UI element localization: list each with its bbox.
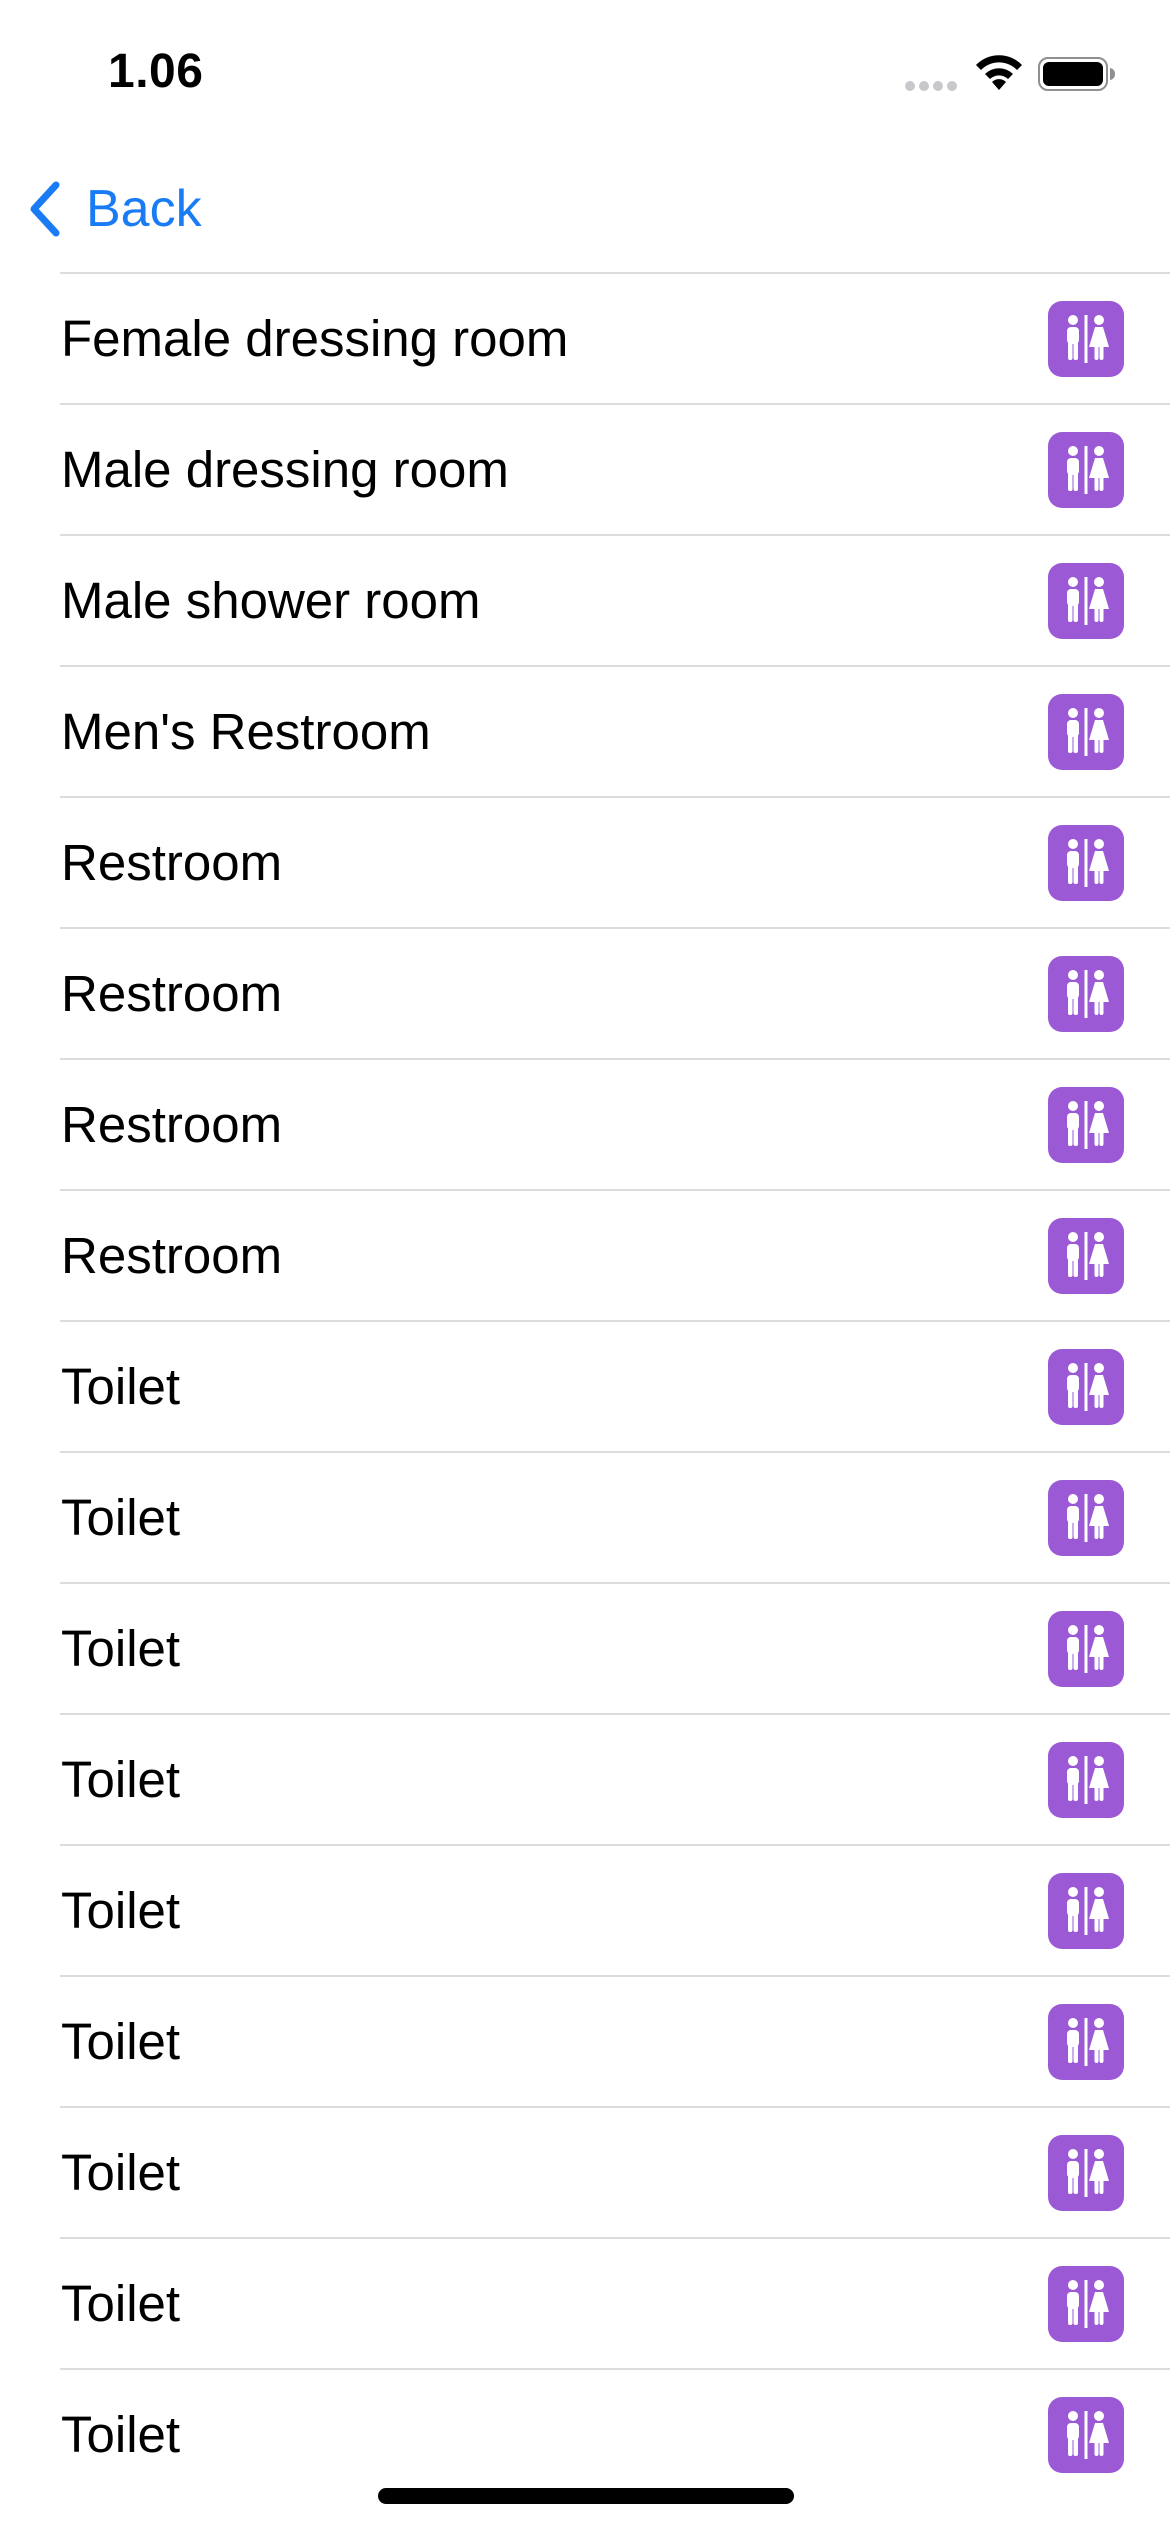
list-item-label: Male dressing room	[61, 441, 509, 498]
list-item-label: Men's Restroom	[61, 703, 431, 760]
list-item[interactable]: Female dressing room	[60, 272, 1170, 403]
list-item-label: Toilet	[61, 2406, 181, 2463]
list-item-label: Restroom	[61, 965, 283, 1022]
list-item-label: Toilet	[61, 1882, 181, 1939]
list-item[interactable]: Toilet	[60, 1451, 1170, 1582]
restroom-icon	[1048, 2397, 1124, 2473]
list-item-label: Restroom	[61, 1096, 283, 1153]
restroom-icon	[1048, 1480, 1124, 1556]
restroom-icon	[1048, 2135, 1124, 2211]
restroom-list: Female dressing room Male dressing room	[0, 272, 1170, 2499]
restroom-icon	[1048, 1873, 1124, 1949]
restroom-icon	[1048, 1218, 1124, 1294]
list-item[interactable]: Male shower room	[60, 534, 1170, 665]
restroom-icon	[1048, 1611, 1124, 1687]
list-item-label: Toilet	[61, 1751, 181, 1808]
list-item-label: Toilet	[61, 1358, 181, 1415]
restroom-icon	[1048, 2266, 1124, 2342]
battery-icon	[1038, 57, 1115, 91]
list-item[interactable]: Toilet	[60, 2368, 1170, 2499]
list-item-label: Restroom	[61, 834, 283, 891]
wifi-icon	[976, 55, 1022, 90]
list-item-label: Toilet	[61, 2013, 181, 2070]
list-item[interactable]: Toilet	[60, 1582, 1170, 1713]
back-button[interactable]: Back	[24, 176, 202, 242]
restroom-icon	[1048, 432, 1124, 508]
list-item[interactable]: Restroom	[60, 796, 1170, 927]
restroom-icon	[1048, 1349, 1124, 1425]
status-bar: 1.06	[0, 0, 1170, 140]
list-item[interactable]: Toilet	[60, 1975, 1170, 2106]
restroom-icon	[1048, 1742, 1124, 1818]
list-item[interactable]: Restroom	[60, 1058, 1170, 1189]
restroom-icon	[1048, 1087, 1124, 1163]
list-item-label: Toilet	[61, 1489, 181, 1546]
list-item-label: Female dressing room	[61, 310, 569, 367]
list-item[interactable]: Toilet	[60, 2106, 1170, 2237]
home-indicator[interactable]	[378, 2488, 794, 2504]
restroom-icon	[1048, 301, 1124, 377]
status-time: 1.06	[108, 45, 204, 98]
list-item[interactable]: Male dressing room	[60, 403, 1170, 534]
list-item[interactable]: Restroom	[60, 927, 1170, 1058]
list-item[interactable]: Men's Restroom	[60, 665, 1170, 796]
restroom-icon	[1048, 956, 1124, 1032]
restroom-icon	[1048, 694, 1124, 770]
back-label: Back	[86, 180, 202, 238]
list-item[interactable]: Toilet	[60, 2237, 1170, 2368]
restroom-icon	[1048, 825, 1124, 901]
restroom-icon	[1048, 2004, 1124, 2080]
list-item-label: Restroom	[61, 1227, 283, 1284]
list-item[interactable]: Toilet	[60, 1844, 1170, 1975]
list-item[interactable]: Toilet	[60, 1320, 1170, 1451]
list-item-label: Toilet	[61, 1620, 181, 1677]
navigation-bar: Back	[0, 140, 1170, 272]
list-item[interactable]: Restroom	[60, 1189, 1170, 1320]
list-item-label: Toilet	[61, 2275, 181, 2332]
list-item-label: Toilet	[61, 2144, 181, 2201]
chevron-left-icon	[30, 181, 60, 237]
restroom-icon	[1048, 563, 1124, 639]
list-item-label: Male shower room	[61, 572, 481, 629]
signal-dots-icon	[905, 81, 957, 91]
list-item[interactable]: Toilet	[60, 1713, 1170, 1844]
